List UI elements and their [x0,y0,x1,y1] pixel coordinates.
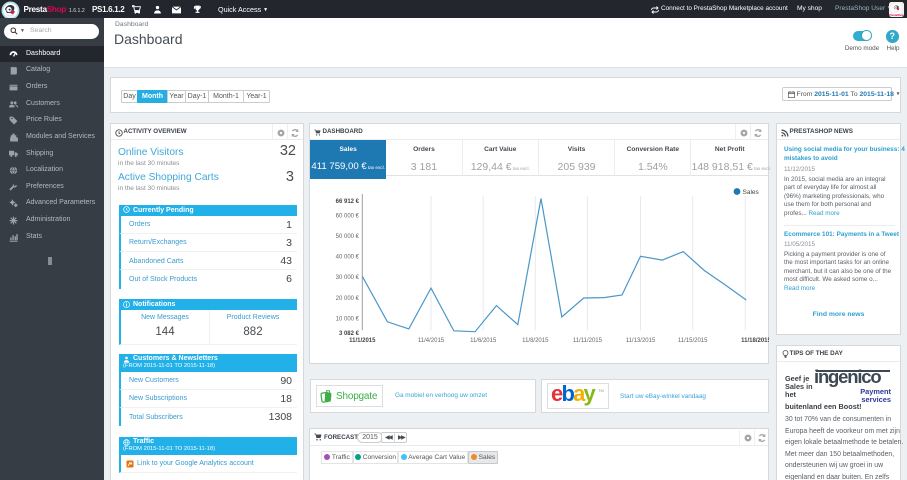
svg-text:11/13/2015: 11/13/2015 [626,338,656,344]
svg-text:66 912 €: 66 912 € [336,199,360,205]
svg-text:60 000 €: 60 000 € [336,213,360,219]
svg-text:20 000 €: 20 000 € [336,296,360,302]
svg-text:PrestaShop: PrestaShop [889,12,904,16]
svg-text:11/1/2015: 11/1/2015 [349,338,376,344]
svg-text:11/18/2015: 11/18/2015 [741,338,769,344]
svg-text:11/11/2015: 11/11/2015 [573,338,603,344]
svg-text:Sales: Sales [743,189,760,196]
svg-text:11/4/2015: 11/4/2015 [418,338,445,344]
svg-text:3 082 €: 3 082 € [339,331,360,337]
svg-text:11/15/2015: 11/15/2015 [678,338,708,344]
svg-text:40 000 €: 40 000 € [336,255,360,261]
svg-text:11/6/2015: 11/6/2015 [470,338,497,344]
svg-text:50 000 €: 50 000 € [336,234,360,240]
svg-text:10 000 €: 10 000 € [336,317,360,323]
svg-text:30 000 €: 30 000 € [336,275,360,281]
svg-text:11/8/2015: 11/8/2015 [522,338,549,344]
